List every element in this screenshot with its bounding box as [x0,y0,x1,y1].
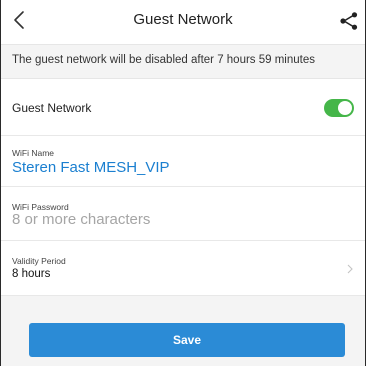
wifi-password-row: WiFi Password [1,187,365,241]
save-button[interactable]: Save [29,323,345,357]
disable-timer-notice: The guest network will be disabled after… [1,44,365,79]
chevron-right-icon [347,264,353,274]
guest-network-toggle[interactable] [324,99,354,117]
share-icon[interactable] [339,11,359,31]
wifi-name-value[interactable]: Steren Fast MESH_VIP [12,159,170,176]
notice-text: The guest network will be disabled after… [12,54,315,66]
wifi-name-label: WiFi Name [12,148,55,158]
guest-network-screen: Guest Network The guest network will be … [0,0,366,366]
page-title: Guest Network [133,11,233,28]
validity-period-value: 8 hours [12,268,51,280]
wifi-name-row[interactable]: WiFi Name Steren Fast MESH_VIP [1,136,365,187]
toggle-knob [338,101,352,115]
guest-network-label: Guest Network [12,101,92,115]
header-bar: Guest Network [1,0,365,44]
guest-network-row: Guest Network [1,79,365,136]
footer-area: Save [1,296,365,366]
wifi-password-input[interactable] [12,211,312,228]
validity-period-label: Validity Period [12,256,66,266]
validity-period-row[interactable]: Validity Period 8 hours [1,241,365,296]
